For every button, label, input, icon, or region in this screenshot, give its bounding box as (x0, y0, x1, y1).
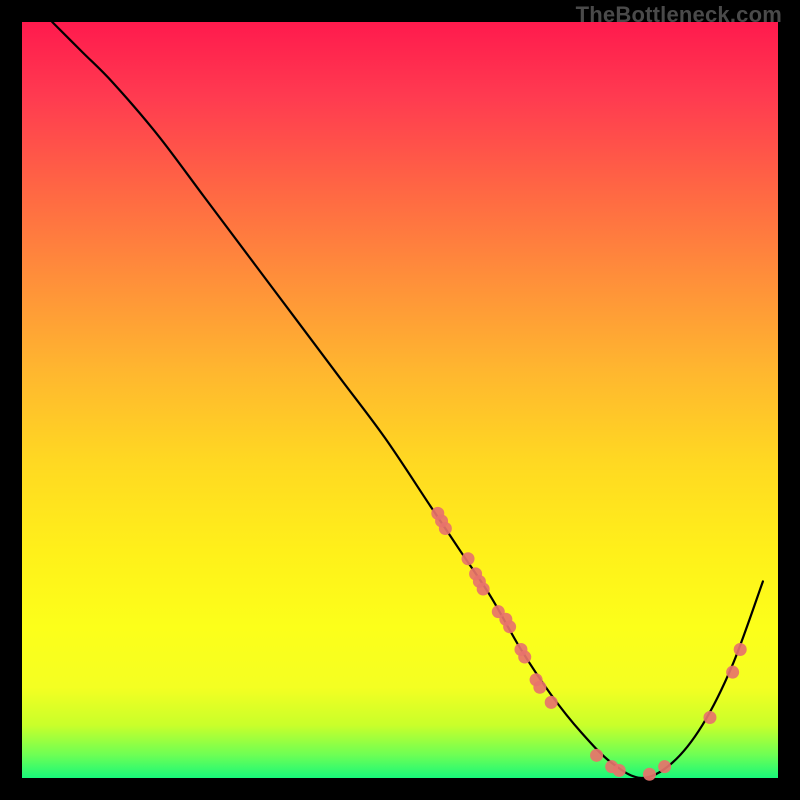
scatter-point (734, 643, 747, 656)
scatter-point (462, 552, 475, 565)
scatter-point (477, 583, 490, 596)
scatter-point (726, 666, 739, 679)
watermark-text: TheBottleneck.com (576, 2, 782, 28)
scatter-point (658, 760, 671, 773)
plot-area (22, 22, 778, 778)
scatter-point (613, 764, 626, 777)
bottleneck-curve (52, 22, 763, 778)
scatter-point (533, 681, 546, 694)
scatter-point (590, 749, 603, 762)
scatter-point (643, 768, 656, 781)
scatter-point (518, 651, 531, 664)
curve-path (52, 22, 763, 778)
chart-svg (22, 22, 778, 778)
scatter-point (439, 522, 452, 535)
scatter-point (703, 711, 716, 724)
scatter-point (545, 696, 558, 709)
chart-frame: TheBottleneck.com (0, 0, 800, 800)
scatter-point (503, 620, 516, 633)
